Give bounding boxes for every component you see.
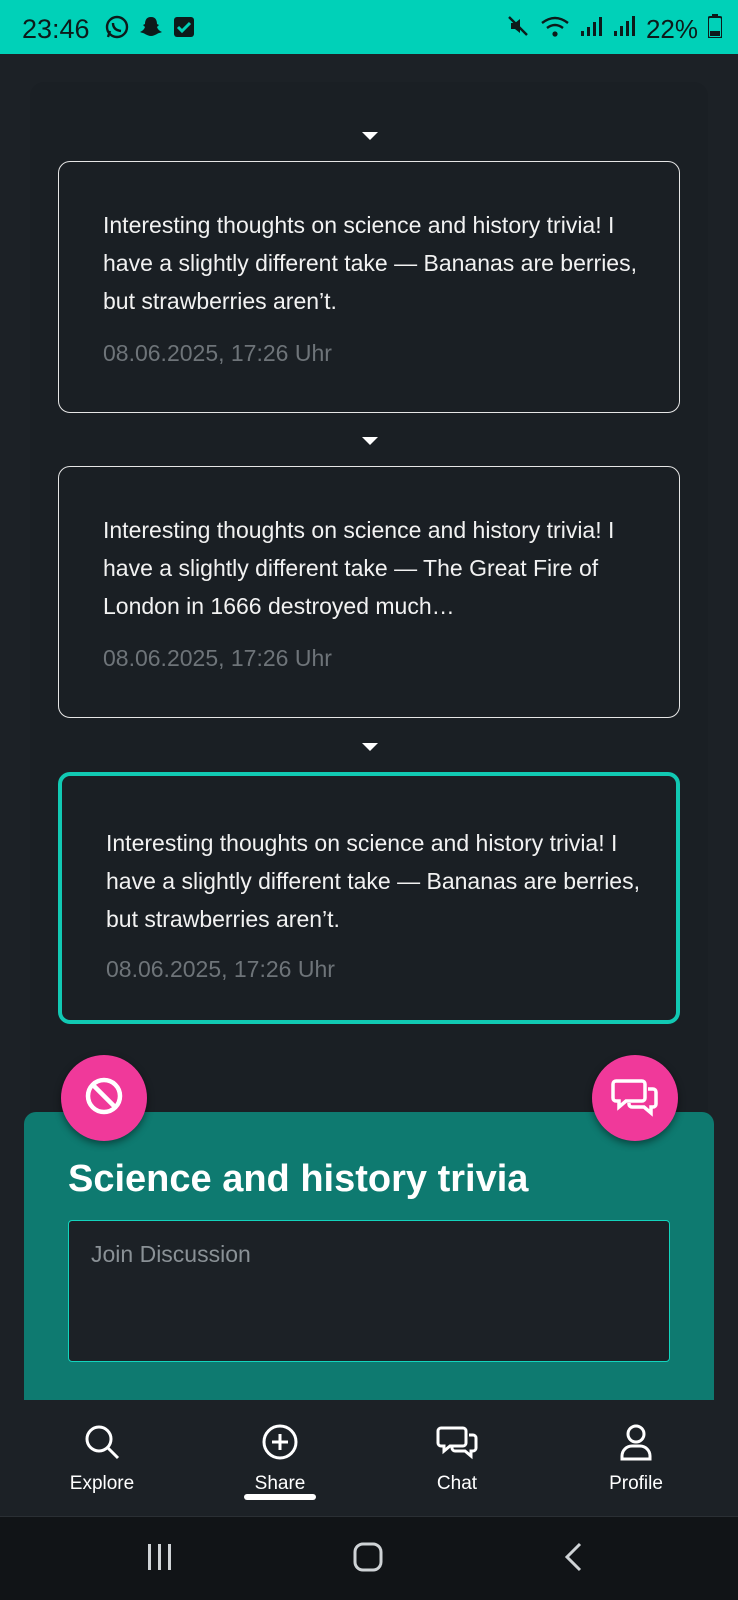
comment-card[interactable]: Interesting thoughts on science and hist… xyxy=(58,161,680,413)
status-time: 23:46 xyxy=(22,14,90,44)
back-icon[interactable] xyxy=(562,1541,584,1578)
recent-apps-icon[interactable] xyxy=(146,1541,174,1578)
checkbox-notification-icon xyxy=(172,15,196,44)
whatsapp-icon xyxy=(104,14,130,45)
comment-text: Interesting thoughts on science and hist… xyxy=(103,517,615,619)
comment-text: Interesting thoughts on science and hist… xyxy=(103,212,637,314)
battery-icon xyxy=(707,14,723,45)
signal-roaming-icon xyxy=(612,14,636,45)
mute-icon xyxy=(506,14,530,45)
nav-label-chat: Chat xyxy=(436,1473,478,1494)
comment-text: Interesting thoughts on science and hist… xyxy=(106,830,640,932)
comment-timestamp: 08.06.2025, 17:26 Uhr xyxy=(103,340,332,366)
comment-card[interactable]: Interesting thoughts on science and hist… xyxy=(58,466,680,718)
comment-card-selected[interactable]: Interesting thoughts on science and hist… xyxy=(58,772,680,1024)
signal-icon xyxy=(580,14,602,45)
wifi-icon xyxy=(540,14,570,45)
active-tab-indicator xyxy=(244,1494,316,1500)
join-discussion-input[interactable] xyxy=(68,1220,670,1362)
status-right-icons: 22% xyxy=(506,14,723,45)
expand-caret-icon[interactable] xyxy=(362,132,378,140)
expand-caret-icon[interactable] xyxy=(362,437,378,445)
nav-label-share: Share xyxy=(254,1473,306,1494)
snapchat-icon xyxy=(138,14,164,45)
nav-item-profile[interactable]: Profile xyxy=(566,1422,706,1495)
nav-item-explore[interactable]: Explore xyxy=(32,1422,172,1495)
block-icon xyxy=(81,1073,127,1124)
plus-circle-icon xyxy=(260,1422,300,1467)
search-icon xyxy=(82,1422,122,1467)
nav-item-share[interactable]: Share xyxy=(210,1422,350,1495)
open-chat-button[interactable] xyxy=(592,1055,678,1141)
chat-bubbles-icon xyxy=(436,1422,478,1467)
expand-caret-icon[interactable] xyxy=(362,743,378,751)
nav-label-explore: Explore xyxy=(69,1473,135,1494)
bottom-navigation: Explore Share Chat Profile xyxy=(0,1400,738,1516)
system-navigation-bar xyxy=(0,1516,738,1600)
chat-bubbles-icon xyxy=(610,1073,660,1124)
comment-timestamp: 08.06.2025, 17:26 Uhr xyxy=(103,645,332,671)
nav-label-profile: Profile xyxy=(609,1473,663,1494)
home-icon[interactable] xyxy=(352,1541,384,1578)
discussion-panel: Science and history trivia xyxy=(24,1112,714,1402)
nav-item-chat[interactable]: Chat xyxy=(387,1422,527,1495)
discussion-title: Science and history trivia xyxy=(68,1158,529,1200)
battery-percent: 22% xyxy=(645,14,698,44)
comment-timestamp: 08.06.2025, 17:26 Uhr xyxy=(106,956,335,982)
block-button[interactable] xyxy=(61,1055,147,1141)
status-left-icons xyxy=(104,14,196,45)
person-icon xyxy=(616,1422,656,1467)
status-bar: 23:46 22% xyxy=(0,0,738,54)
